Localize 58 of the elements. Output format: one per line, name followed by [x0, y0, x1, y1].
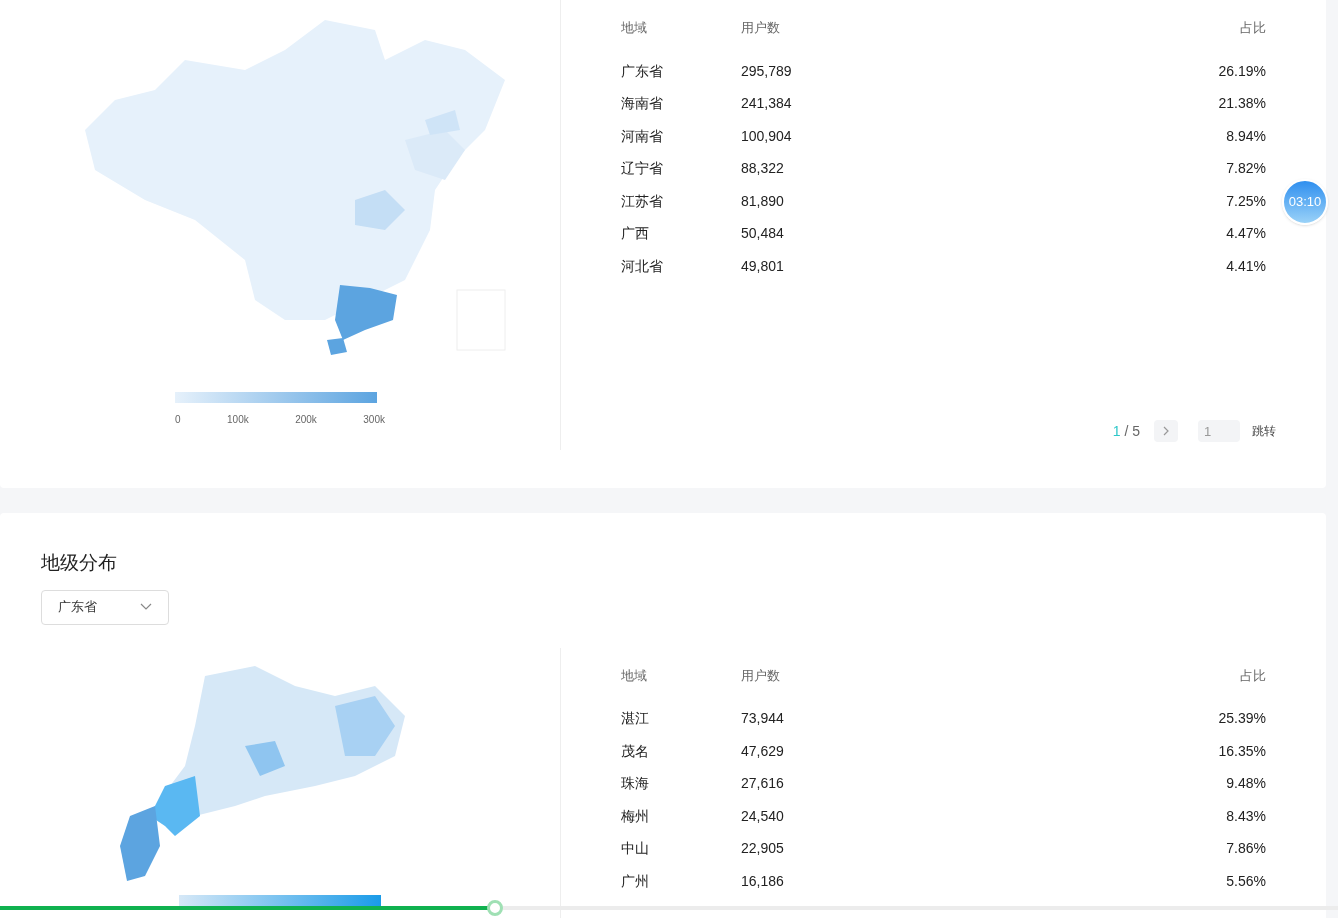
table-cell-text: 47,629: [741, 741, 784, 761]
table-cell-text: 5.56%: [1226, 871, 1266, 891]
column-header: 地域: [621, 19, 647, 37]
table-cell-text: 4.41%: [1226, 256, 1266, 276]
table-cell-text: 21.38%: [1218, 94, 1266, 113]
table-cell-text: 8.94%: [1226, 126, 1266, 146]
table-cell-text: 珠海: [621, 774, 649, 793]
table-cell-text: 湛江: [621, 709, 649, 728]
table-cell-text: 海南省: [621, 94, 663, 113]
table-cell-text: 24,540: [741, 806, 784, 826]
table-cell-text: 河南省: [621, 126, 663, 146]
page-current: 1: [1112, 421, 1121, 441]
table-cell-text: 73,944: [741, 709, 784, 728]
table-cell-text: 81,890: [741, 191, 784, 211]
table-cell-text: 7.86%: [1226, 839, 1266, 858]
table-cell-text: 江苏省: [621, 191, 663, 211]
column-header: 占比: [1240, 666, 1266, 685]
column-header: 地域: [621, 666, 647, 685]
table-cell-text: 茂名: [621, 741, 649, 761]
table-cell-text: 8.43%: [1226, 806, 1266, 826]
table-cell-text: 广西: [621, 224, 649, 243]
section-title: 地级分布: [41, 551, 118, 575]
table-cell-text: 辽宁省: [621, 159, 663, 178]
table-cell-text: 16.35%: [1218, 741, 1266, 761]
table-cell-text: 88,322: [741, 159, 784, 178]
jump-button[interactable]: 跳转: [1252, 422, 1276, 440]
column-header: 用户数: [741, 19, 780, 37]
table-cell-text: 50,484: [741, 224, 784, 243]
table-cell-text: 26.19%: [1218, 61, 1266, 81]
playback-progress[interactable]: [0, 906, 1338, 910]
legend-label: 200k: [295, 413, 317, 427]
table-cell-text: 广东省: [621, 61, 663, 81]
table-cell-text: 中山: [621, 839, 649, 858]
legend-label: 300k: [363, 413, 385, 427]
province-dropdown[interactable]: 广东省: [41, 589, 169, 625]
table-cell-text: 4.47%: [1226, 224, 1266, 243]
legend-label: 0: [175, 413, 181, 427]
chevron-down-icon: [140, 603, 152, 611]
legend-label: 100k: [227, 413, 249, 427]
table-cell-text: 27,616: [741, 774, 784, 793]
table-cell-text: 241,384: [741, 94, 792, 113]
page-total: / 5: [1124, 421, 1140, 441]
chevron-right-icon: [1162, 426, 1170, 436]
column-header: 占比: [1240, 19, 1266, 37]
next-page-button[interactable]: [1154, 420, 1178, 442]
table-cell-text: 河北省: [621, 256, 663, 276]
table-cell-text: 9.48%: [1226, 774, 1266, 793]
table-cell-text: 295,789: [741, 61, 792, 81]
table-cell-text: 广州: [621, 871, 649, 891]
table-cell-text: 16,186: [741, 871, 784, 891]
table-cell-text: 梅州: [621, 806, 649, 826]
table-cell-text: 7.82%: [1226, 159, 1266, 178]
table-cell-text: 22,905: [741, 839, 784, 858]
table-cell-text: 7.25%: [1226, 191, 1266, 211]
table-cell-text: 25.39%: [1218, 709, 1266, 728]
table-cell-text: 100,904: [741, 126, 792, 146]
table-cell-text: 49,801: [741, 256, 784, 276]
column-header: 用户数: [741, 666, 780, 685]
